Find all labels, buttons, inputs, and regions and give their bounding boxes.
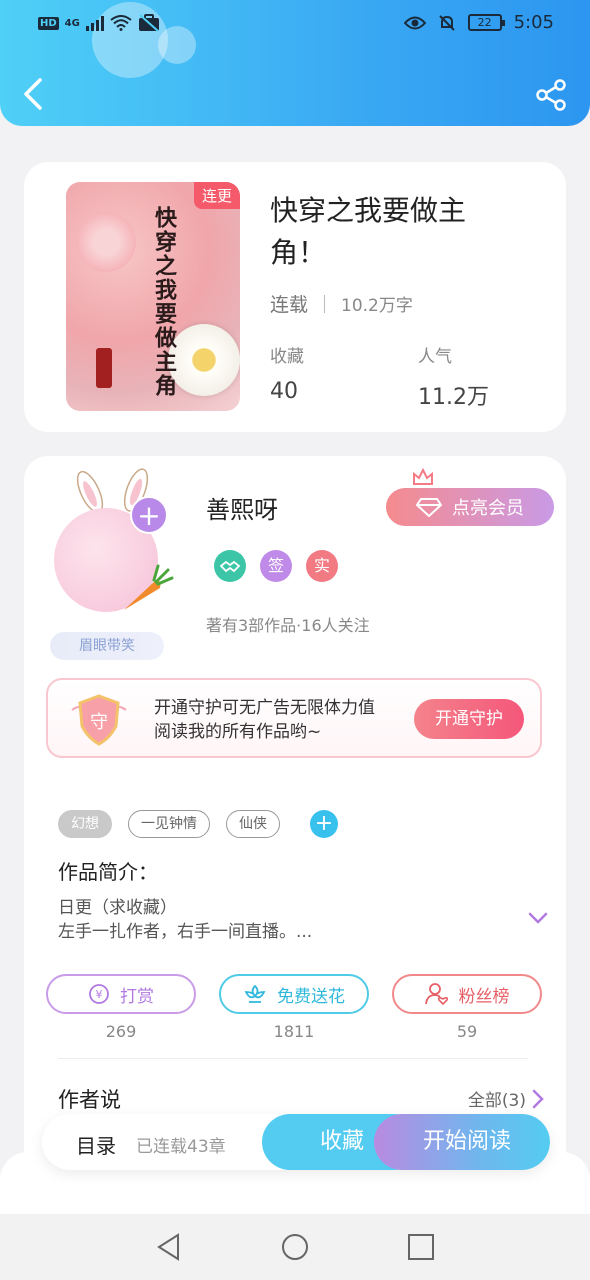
genre-tags: 幻想 一见钟情 仙侠 +	[58, 810, 338, 838]
cover-seal	[96, 348, 112, 388]
network-type: 4G	[64, 17, 80, 29]
follow-add-button[interactable]: +	[130, 496, 168, 534]
nav-recents-icon[interactable]	[406, 1232, 436, 1262]
fans-count: 59	[456, 1022, 478, 1041]
chevron-down-icon[interactable]	[526, 906, 550, 930]
eye-icon	[403, 16, 426, 29]
shield-icon: 守	[71, 694, 127, 746]
reward-label: 打赏	[120, 986, 154, 1007]
chapter-count: 已连载43章	[136, 1137, 226, 1157]
guard-text-line: 开通守护可无广告无限体力值	[154, 698, 375, 718]
word-count: 10.2万字	[341, 296, 413, 316]
wifi-icon	[110, 15, 132, 31]
tag-fantasy[interactable]: 幻想	[58, 810, 112, 838]
signed-badge[interactable]: 签	[260, 550, 292, 582]
popularity-value: 11.2万	[418, 385, 489, 410]
guard-text-line: 阅读我的所有作品哟~	[154, 722, 322, 742]
reward-count: 269	[105, 1022, 137, 1041]
fans-label: 粉丝榜	[458, 986, 510, 1007]
flower-icon	[244, 984, 266, 1003]
signal-icon	[85, 15, 104, 31]
hd-indicator: HD	[38, 16, 59, 30]
flower-action: 免费送花 1811	[219, 974, 369, 1041]
share-button[interactable]	[534, 78, 568, 112]
catalog-button[interactable]: 目录	[76, 1130, 116, 1159]
fans-action: 粉丝榜 59	[392, 974, 542, 1041]
briefcase-off-icon	[138, 14, 159, 32]
intro-text[interactable]: 日更（求收藏） 左手一扎作者，右手一间直播。...	[58, 896, 312, 944]
author-badges: 签 实	[214, 550, 338, 582]
carrot-decoration	[124, 564, 174, 610]
fan-icon	[424, 983, 448, 1006]
book-title: 快穿之我要做主角！	[270, 194, 467, 269]
coin-icon: ¥	[89, 984, 109, 1004]
back-button[interactable]	[18, 76, 50, 112]
intro-line: 日更（求收藏）	[58, 898, 177, 918]
popularity-stat: 人气 11.2万	[418, 342, 489, 411]
mute-bell-icon	[438, 14, 455, 31]
intro-line: 左手一扎作者，右手一间直播。...	[58, 922, 313, 942]
popularity-label: 人气	[418, 347, 452, 367]
tag-xianxia[interactable]: 仙侠	[226, 810, 280, 838]
vip-button-label: 点亮会员	[452, 498, 524, 519]
crown-icon	[413, 468, 433, 485]
nav-home-icon[interactable]	[280, 1232, 310, 1262]
nickname-badge: 眉眼带笑	[50, 632, 164, 660]
book-info-card: 快穿之我要做主角 连更 快穿之我要做主角！ 连载 10.2万字 收藏 40 人气…	[24, 162, 566, 432]
nav-back-icon[interactable]	[154, 1232, 184, 1262]
fans-ranking-button[interactable]: 粉丝榜	[392, 974, 542, 1014]
author-says-all-link[interactable]: 全部(3)	[468, 1086, 544, 1111]
cover-flower	[76, 212, 136, 272]
handshake-icon[interactable]	[214, 550, 246, 582]
open-guard-button[interactable]: 开通守护	[414, 699, 524, 739]
divider	[58, 1058, 528, 1059]
diamond-icon	[416, 498, 442, 517]
status-bar: HD 4G 22 5:05	[0, 10, 590, 40]
serial-status: 连载	[270, 294, 309, 316]
svg-text:¥: ¥	[96, 988, 103, 1001]
flower-label: 免费送花	[277, 986, 345, 1007]
clock: 5:05	[513, 12, 554, 33]
all-link-label: 全部(3)	[467, 1091, 526, 1111]
favorites-label: 收藏	[270, 347, 304, 367]
reward-button[interactable]: ¥ 打赏	[46, 974, 196, 1014]
cover-title: 快穿之我要做主角	[151, 206, 177, 398]
divider	[324, 294, 326, 313]
favorites-stat: 收藏 40	[270, 342, 304, 404]
vip-button[interactable]: 点亮会员	[386, 488, 554, 526]
flower-count: 1811	[273, 1022, 315, 1041]
system-nav-bar	[0, 1214, 590, 1280]
guard-promo-box: 守 开通守护可无广告无限体力值 阅读我的所有作品哟~ 开通守护	[46, 678, 542, 758]
verified-badge[interactable]: 实	[306, 550, 338, 582]
author-name: 善熙呀	[206, 496, 278, 524]
chevron-right-icon	[532, 1089, 544, 1108]
start-reading-button[interactable]: 开始阅读	[374, 1114, 550, 1170]
favorites-value: 40	[270, 379, 298, 404]
send-flower-button[interactable]: 免费送花	[219, 974, 369, 1014]
battery-icon: 22	[467, 14, 505, 31]
author-meta: 著有3部作品·16人关注	[206, 616, 370, 635]
reward-action: ¥ 打赏 269	[46, 974, 196, 1041]
intro-label: 作品简介：	[58, 860, 158, 884]
book-cover[interactable]: 快穿之我要做主角 连更	[66, 182, 240, 411]
author-says-title: 作者说	[58, 1088, 121, 1112]
shield-icon-text: 守	[90, 712, 108, 733]
header-bar: HD 4G 22 5:05	[0, 0, 590, 126]
book-status-row: 连载 10.2万字	[270, 290, 413, 317]
author-card: + 眉眼带笑 善熙呀 点亮会员 签 实 著有3部作品·16人关注 守 开通守护可…	[24, 456, 566, 1196]
bottom-action-bar: 目录 已连载43章 收藏 开始阅读	[42, 1114, 550, 1170]
support-actions: ¥ 打赏 269 免费送花 1811 粉丝榜 59	[46, 974, 542, 1041]
add-tag-button[interactable]: +	[310, 810, 338, 838]
guard-text: 开通守护可无广告无限体力值 阅读我的所有作品哟~	[154, 696, 375, 744]
ongoing-tag: 连更	[193, 182, 240, 209]
tag-love-at-first-sight[interactable]: 一见钟情	[128, 810, 210, 838]
